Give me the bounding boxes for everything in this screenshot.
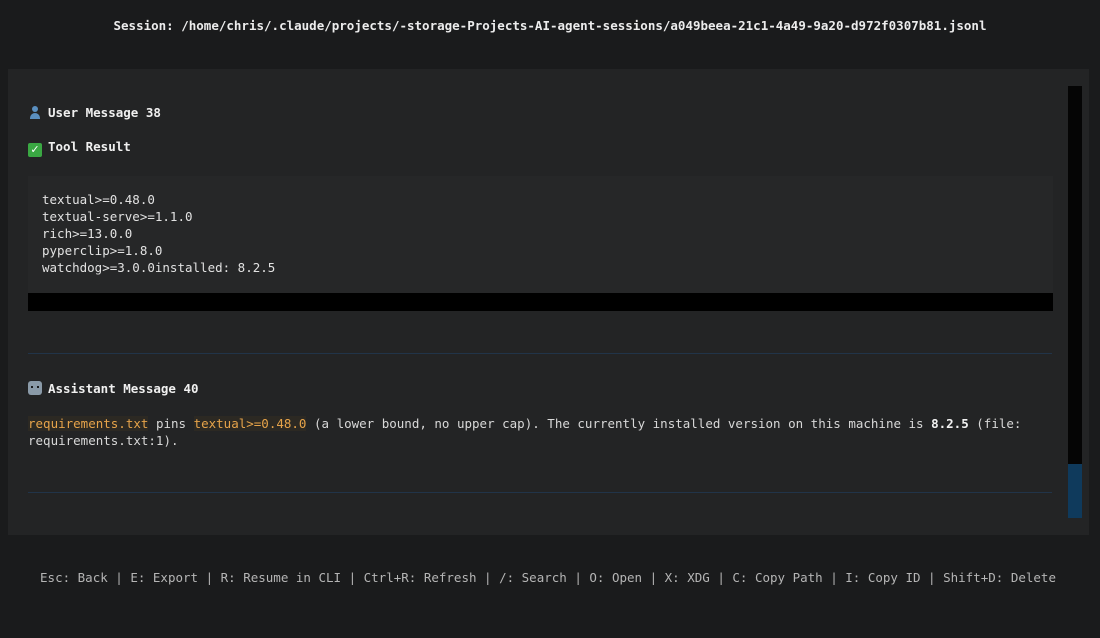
body-text: (file: xyxy=(968,416,1022,431)
body-text-continued: requirements.txt:1). xyxy=(28,433,179,448)
user-icon xyxy=(28,105,42,119)
output-line: textual-serve>=1.1.0 xyxy=(42,209,193,224)
user-message-title: User Message 38 xyxy=(48,105,161,120)
assistant-message-body: requirements.txt pins textual>=0.48.0 (a… xyxy=(28,415,1058,449)
output-horizontal-scrollbar[interactable] xyxy=(28,293,1053,311)
body-text: pins xyxy=(148,416,194,431)
assistant-message-heading: Assistant Message 40 xyxy=(28,381,199,396)
inline-code-version-spec: textual>=0.48.0 xyxy=(193,416,307,431)
scrollbar-thumb[interactable] xyxy=(1068,464,1082,518)
robot-icon xyxy=(28,381,42,395)
tool-result-title: Tool Result xyxy=(48,139,131,154)
check-mark-icon: ✓ xyxy=(28,143,42,157)
body-text: (a lower bound, no upper cap). The curre… xyxy=(306,416,932,431)
installed-version: 8.2.5 xyxy=(931,416,969,431)
tool-result-heading: ✓ Tool Result xyxy=(28,139,131,157)
message-divider xyxy=(28,492,1052,493)
vertical-scrollbar[interactable] xyxy=(1068,86,1082,518)
session-path-header: Session: /home/chris/.claude/projects/-s… xyxy=(113,18,987,33)
output-line: watchdog>=3.0.0installed: 8.2.5 xyxy=(42,260,276,275)
tool-result-output: textual>=0.48.0 textual-serve>=1.1.0 ric… xyxy=(28,176,1053,293)
keybindings-footer: Esc: Back | E: Export | R: Resume in CLI… xyxy=(40,570,1056,585)
output-line: textual>=0.48.0 xyxy=(42,192,155,207)
assistant-message-title: Assistant Message 40 xyxy=(48,381,199,396)
output-line: pyperclip>=1.8.0 xyxy=(42,243,163,258)
message-divider xyxy=(28,353,1052,354)
output-line: rich>=13.0.0 xyxy=(42,226,133,241)
inline-code-filename: requirements.txt xyxy=(28,416,149,431)
user-message-heading: User Message 38 xyxy=(28,105,161,120)
